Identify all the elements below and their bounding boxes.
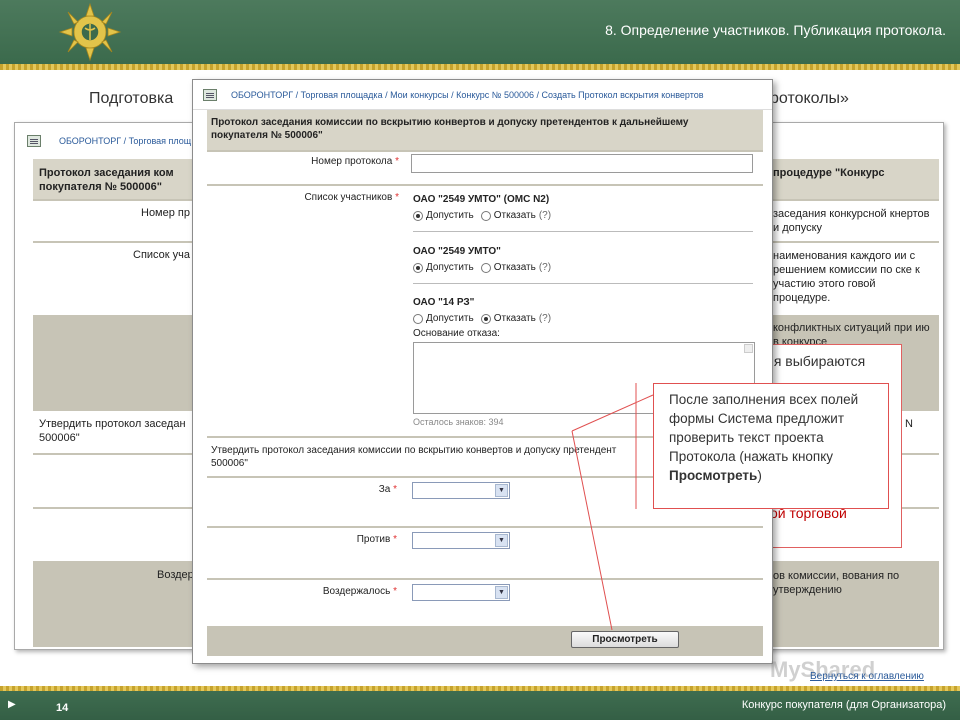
breadcrumb[interactable]: ОБОРОНТОРГ / Торговая площадка / Мои кон… bbox=[231, 90, 704, 100]
row-help: наименования каждого ии с решением комис… bbox=[773, 250, 920, 304]
back-breadcrumb[interactable]: ОБОРОНТОРГ / Торговая площ bbox=[59, 136, 191, 146]
required-mark: * bbox=[393, 534, 397, 545]
participants-label-text: Список участников bbox=[304, 192, 393, 203]
reject-label: Отказать bbox=[493, 210, 536, 221]
row-label: Утвердить протокол заседан 500006" bbox=[39, 418, 186, 444]
admit-radio[interactable] bbox=[413, 313, 423, 324]
header-stripe bbox=[0, 64, 960, 70]
protocol-number-row: Номер протокола * bbox=[207, 152, 763, 184]
play-arrow-icon[interactable]: ▶ bbox=[8, 699, 16, 710]
row-help: ов комиссии, вования по утверждению bbox=[773, 570, 900, 596]
emblem-logo-icon bbox=[58, 2, 122, 62]
participant-decision: Допустить Отказать (?) bbox=[413, 262, 551, 273]
participant-name: ОАО "2549 УМТО" bbox=[413, 246, 501, 257]
protocol-number-input[interactable] bbox=[411, 154, 753, 173]
admit-label: Допустить bbox=[426, 262, 474, 273]
chars-left-counter: Осталось знаков: 394 bbox=[413, 417, 504, 427]
approve-text: Утвердить протокол заседания комиссии по… bbox=[211, 444, 616, 470]
form-header: Протокол заседания комиссии по вскрытию … bbox=[207, 110, 763, 150]
protocol-form-window: ОБОРОНТОРГ / Торговая площадка / Мои кон… bbox=[192, 79, 773, 664]
row-label: Номер пр bbox=[141, 207, 190, 219]
row-help: заседания конкурсной кнертов и допуску bbox=[773, 208, 930, 234]
instruction-callout: После заполнения всех полей формы Систем… bbox=[653, 383, 889, 509]
separator bbox=[413, 283, 753, 284]
votes-against-select[interactable]: ▼ bbox=[412, 532, 510, 549]
form-title-line2: покупателя № 500006" bbox=[211, 130, 323, 141]
preview-button[interactable]: Просмотреть bbox=[571, 631, 679, 648]
approve-text-line1: Утвердить протокол заседания комиссии по… bbox=[211, 445, 617, 456]
reject-radio[interactable] bbox=[480, 313, 491, 324]
help-panel-text: ия выбираются bbox=[766, 353, 866, 369]
admit-radio[interactable] bbox=[413, 210, 423, 221]
reject-label: Отказать bbox=[493, 313, 536, 324]
votes-against-row: Против * ▼ bbox=[207, 528, 763, 578]
slide-heading-right: ротоколы» bbox=[770, 90, 849, 107]
row-label: Список уча bbox=[133, 249, 191, 261]
votes-for-select[interactable]: ▼ bbox=[412, 482, 510, 499]
required-mark: * bbox=[393, 484, 397, 495]
scroll-up-icon[interactable] bbox=[744, 344, 753, 353]
separator bbox=[413, 231, 753, 232]
help-link[interactable]: (?) bbox=[539, 313, 551, 324]
slide-heading-left: Подготовка bbox=[89, 90, 174, 107]
callout-text-tail: ) bbox=[757, 468, 762, 483]
footer-text: Конкурс покупателя (для Организатора) bbox=[741, 699, 946, 711]
chevron-down-icon[interactable]: ▼ bbox=[495, 484, 508, 497]
reject-radio[interactable] bbox=[480, 210, 491, 221]
back-to-contents-link[interactable]: Вернуться к оглавлению bbox=[810, 671, 924, 682]
back-form-title-right: процедуре "Конкурс bbox=[773, 167, 885, 179]
chevron-down-icon[interactable]: ▼ bbox=[495, 586, 508, 599]
row-label: Воздер bbox=[157, 569, 194, 581]
reject-label: Отказать bbox=[493, 262, 536, 273]
approve-text-line2: 500006" bbox=[211, 458, 248, 469]
votes-abstained-row: Воздержалось * ▼ bbox=[207, 580, 763, 626]
votes-abstained-select[interactable]: ▼ bbox=[412, 584, 510, 601]
participant-name: ОАО "14 РЗ" bbox=[413, 297, 475, 308]
participant-decision: Допустить Отказать (?) bbox=[413, 313, 551, 324]
form-window-toolbar: ОБОРОНТОРГ / Торговая площадка / Мои кон… bbox=[193, 80, 772, 110]
participant-name: ОАО "2549 УМТО" (ОМС N2) bbox=[413, 194, 550, 205]
votes-for-label-text: За bbox=[378, 484, 391, 495]
callout-text: После заполнения всех полей формы Систем… bbox=[669, 390, 883, 485]
chevron-down-icon[interactable]: ▼ bbox=[495, 534, 508, 547]
back-form-title: Протокол заседания ком покупателя № 5000… bbox=[39, 167, 174, 193]
slide-title: 8. Определение участников. Публикация пр… bbox=[605, 22, 946, 38]
admit-label: Допустить bbox=[426, 210, 474, 221]
help-link[interactable]: (?) bbox=[539, 210, 551, 221]
participants-label: Список участников * bbox=[304, 192, 399, 203]
votes-abstained-label: Воздержалось * bbox=[323, 586, 397, 597]
slide-footer-band: ▶ 14 Конкурс покупателя (для Организатор… bbox=[0, 691, 960, 720]
admit-radio[interactable] bbox=[413, 262, 423, 273]
required-mark: * bbox=[393, 586, 397, 597]
votes-against-label: Против * bbox=[357, 534, 397, 545]
window-icon bbox=[203, 89, 217, 101]
callout-text-bold: Просмотреть bbox=[669, 468, 758, 483]
participant-decision: Допустить Отказать (?) bbox=[413, 210, 551, 221]
reject-radio[interactable] bbox=[480, 262, 491, 273]
window-icon bbox=[27, 135, 41, 147]
admit-label: Допустить bbox=[426, 313, 474, 324]
page-number: 14 bbox=[56, 702, 69, 714]
votes-against-label-text: Против bbox=[356, 534, 391, 545]
form-title: Протокол заседания комиссии по вскрытию … bbox=[211, 116, 771, 142]
required-mark: * bbox=[395, 156, 399, 167]
votes-for-label: За * bbox=[379, 484, 397, 495]
protocol-number-label-text: Номер протокола bbox=[311, 156, 393, 167]
protocol-number-label: Номер протокола * bbox=[311, 156, 399, 167]
required-mark: * bbox=[395, 192, 399, 203]
votes-abstained-label-text: Воздержалось bbox=[322, 586, 391, 597]
form-title-line1: Протокол заседания комиссии по вскрытию … bbox=[211, 117, 689, 128]
row-help: N bbox=[905, 418, 913, 430]
help-link[interactable]: (?) bbox=[539, 262, 551, 273]
rejection-reason-label: Основание отказа: bbox=[413, 328, 500, 339]
callout-text-main: После заполнения всех полей формы Систем… bbox=[669, 392, 859, 464]
